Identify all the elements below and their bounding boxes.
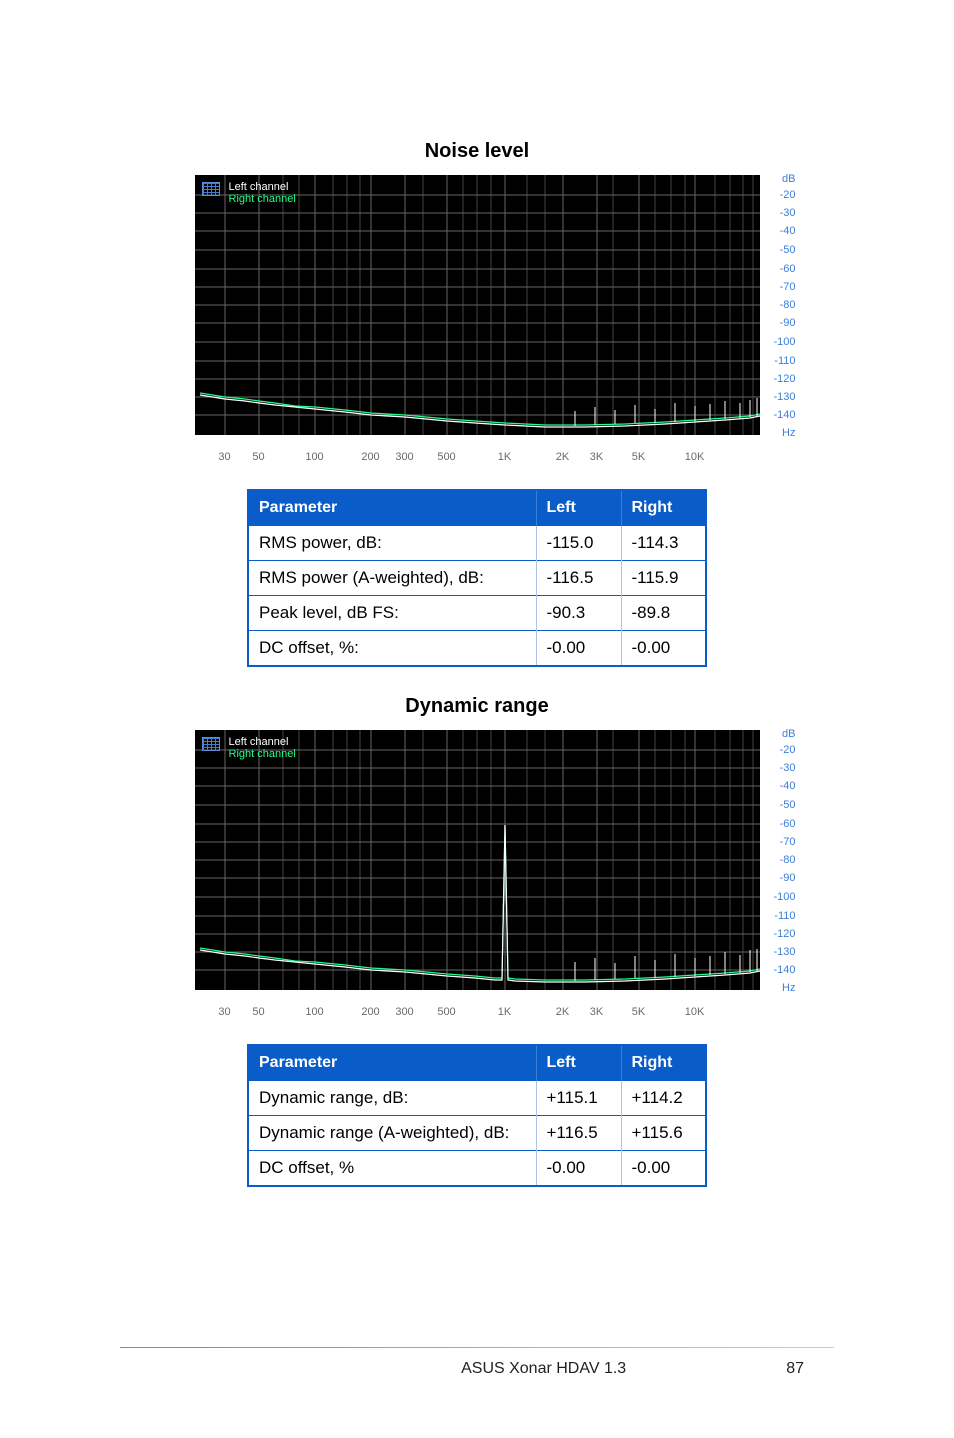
cell-right: -0.00 xyxy=(621,1151,706,1187)
cell-param: DC offset, % xyxy=(248,1151,536,1187)
chart-noise-level: Left channel Right channel dB -20 -30 -4… xyxy=(177,175,777,469)
cell-left: +115.1 xyxy=(536,1081,621,1116)
table-row: DC offset, %: -0.00 -0.00 xyxy=(248,631,706,667)
cell-param: RMS power (A-weighted), dB: xyxy=(248,561,536,596)
th-parameter: Parameter xyxy=(248,1045,536,1081)
section-title-dynamic: Dynamic range xyxy=(120,695,834,718)
dynamic-chart-svg xyxy=(195,730,760,990)
table-row: Peak level, dB FS: -90.3 -89.8 xyxy=(248,596,706,631)
cell-left: +116.5 xyxy=(536,1116,621,1151)
footer-divider xyxy=(120,1347,834,1348)
cell-param: Dynamic range (A-weighted), dB: xyxy=(248,1116,536,1151)
footer-product: ASUS Xonar HDAV 1.3 xyxy=(461,1360,626,1378)
cell-param: DC offset, %: xyxy=(248,631,536,667)
table-row: RMS power, dB: -115.0 -114.3 xyxy=(248,526,706,561)
th-left: Left xyxy=(536,1045,621,1081)
chart-legend: Left channel Right channel xyxy=(229,181,296,205)
legend-left-channel: Left channel xyxy=(229,181,296,193)
cell-right: -0.00 xyxy=(621,631,706,667)
th-left: Left xyxy=(536,490,621,526)
cell-left: -0.00 xyxy=(536,1151,621,1187)
cell-left: -90.3 xyxy=(536,596,621,631)
footer-page-number: 87 xyxy=(786,1360,804,1378)
legend-left-channel: Left channel xyxy=(229,736,296,748)
noise-level-table: Parameter Left Right RMS power, dB: -115… xyxy=(247,489,707,667)
noise-chart-svg xyxy=(195,175,760,435)
legend-right-channel: Right channel xyxy=(229,193,296,205)
cell-left: -116.5 xyxy=(536,561,621,596)
table-header-row: Parameter Left Right xyxy=(248,1045,706,1081)
cell-right: -114.3 xyxy=(621,526,706,561)
cell-right: +115.6 xyxy=(621,1116,706,1151)
table-row: Dynamic range (A-weighted), dB: +116.5 +… xyxy=(248,1116,706,1151)
chart-legend: Left channel Right channel xyxy=(229,736,296,760)
cell-left: -0.00 xyxy=(536,631,621,667)
cell-right: -89.8 xyxy=(621,596,706,631)
th-right: Right xyxy=(621,490,706,526)
page-footer: ASUS Xonar HDAV 1.3 87 xyxy=(120,1347,834,1378)
table-header-row: Parameter Left Right xyxy=(248,490,706,526)
legend-right-channel: Right channel xyxy=(229,748,296,760)
cell-right: -115.9 xyxy=(621,561,706,596)
table-row: DC offset, % -0.00 -0.00 xyxy=(248,1151,706,1187)
dynamic-range-table: Parameter Left Right Dynamic range, dB: … xyxy=(247,1044,707,1187)
cell-param: Peak level, dB FS: xyxy=(248,596,536,631)
chart-legend-icon xyxy=(202,737,220,751)
table-row: RMS power (A-weighted), dB: -116.5 -115.… xyxy=(248,561,706,596)
chart-dynamic-range: Left channel Right channel dB -20 -30 -4… xyxy=(177,730,777,1024)
section-title-noise: Noise level xyxy=(120,140,834,163)
th-right: Right xyxy=(621,1045,706,1081)
cell-param: RMS power, dB: xyxy=(248,526,536,561)
cell-left: -115.0 xyxy=(536,526,621,561)
cell-param: Dynamic range, dB: xyxy=(248,1081,536,1116)
chart-legend-icon xyxy=(202,182,220,196)
table-row: Dynamic range, dB: +115.1 +114.2 xyxy=(248,1081,706,1116)
th-parameter: Parameter xyxy=(248,490,536,526)
cell-right: +114.2 xyxy=(621,1081,706,1116)
